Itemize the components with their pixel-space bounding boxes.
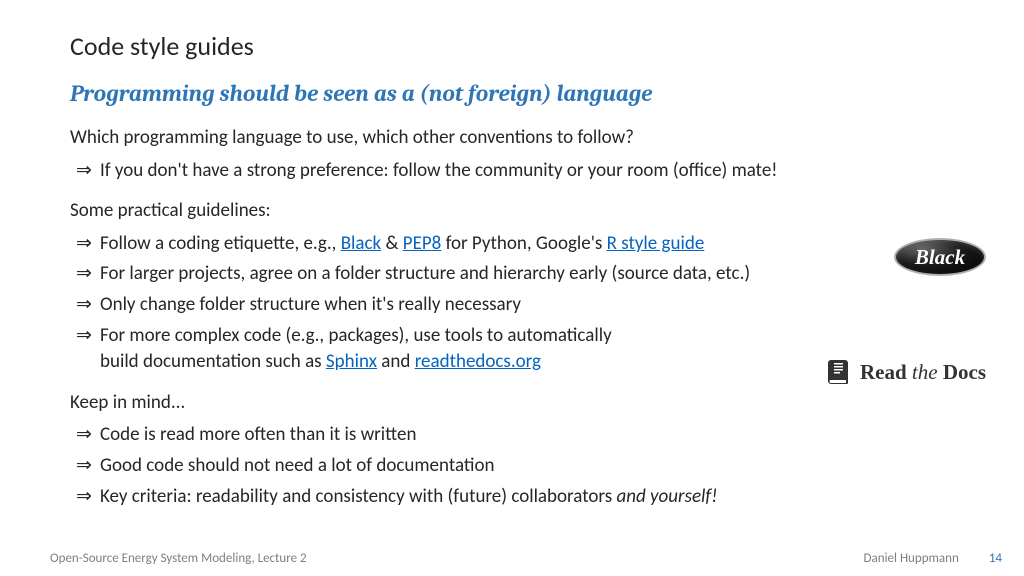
bullet-item: For larger projects, agree on a folder s… [70,261,954,288]
bullet-item: Follow a coding etiquette, e.g., Black &… [70,231,954,258]
black-link[interactable]: Black [341,232,381,255]
slide-subtitle: Programming should be seen as a (not for… [70,80,954,107]
slide-footer: Open-Source Energy System Modeling, Lect… [0,551,1024,566]
bullet-item: Only change folder structure when it's r… [70,292,954,319]
section-lead: Which programming language to use, which… [70,125,954,152]
section-lead: Some practical guidelines: [70,198,954,225]
bullet-item: For more complex code (e.g., packages), … [70,323,954,376]
footer-author: Daniel Huppmann [864,551,959,566]
bullet-item: If you don't have a strong preference: f… [70,158,954,185]
book-icon [828,358,852,386]
bullet-item: Key criteria: readability and consistenc… [70,484,954,511]
sphinx-link[interactable]: Sphinx [326,350,377,373]
black-logo: Black [894,238,986,276]
readthedocs-link[interactable]: readthedocs.org [415,350,541,373]
bullet-item: Good code should not need a lot of docum… [70,453,954,480]
bullet-item: Code is read more often than it is writt… [70,422,954,449]
readthedocs-logo: Read the Docs [828,358,986,386]
section-lead: Keep in mind... [70,390,954,417]
page-number: 14 [989,551,1002,566]
pep8-link[interactable]: PEP8 [403,232,442,255]
r-style-guide-link[interactable]: R style guide [607,232,705,255]
slide-title: Code style guides [70,30,954,62]
footer-left: Open-Source Energy System Modeling, Lect… [50,551,307,566]
